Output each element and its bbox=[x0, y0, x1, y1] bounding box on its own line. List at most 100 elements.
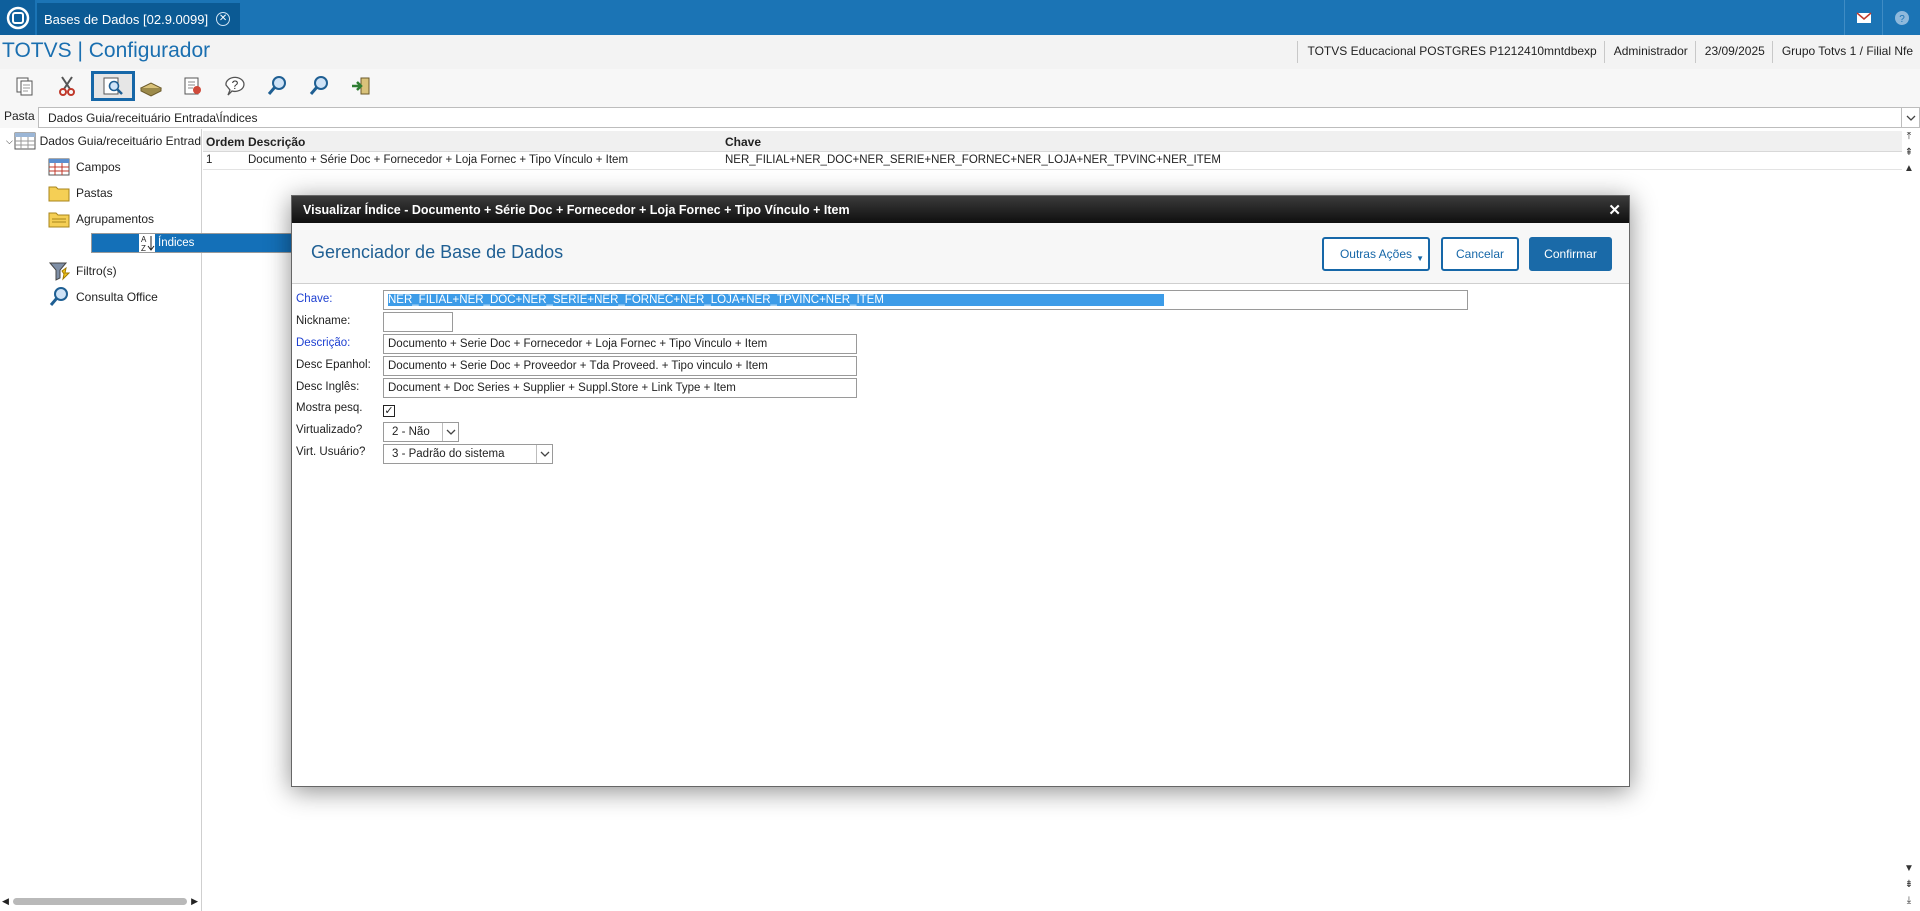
folder-path-value: Dados Guia/receituário Entrada\Índices bbox=[48, 111, 258, 125]
confirm-label: Confirmar bbox=[1544, 247, 1597, 261]
book-icon[interactable] bbox=[130, 69, 172, 103]
user-label: Administrador bbox=[1603, 41, 1695, 63]
descricao-label: Descrição: bbox=[296, 337, 351, 349]
cell-ordem: 1 bbox=[206, 154, 213, 166]
chave-label: Chave: bbox=[296, 293, 333, 305]
session-info: TOTVS Educacional POSTGRES P1212410mntdb… bbox=[1297, 41, 1920, 63]
chave-value: NER_FILIAL+NER_DOC+NER_SERIE+NER_FORNEC+… bbox=[388, 294, 1164, 306]
desc-espanhol-value: Documento + Serie Doc + Proveedor + Tda … bbox=[388, 360, 768, 372]
app-window: Bases de Dados [02.9.0099] ✕ ? TOTVS | C… bbox=[0, 0, 1920, 911]
toolbar: ? bbox=[0, 69, 1920, 105]
sort-index-icon: AZ bbox=[138, 234, 156, 253]
scroll-page-down-icon[interactable]: ⇟ bbox=[1902, 879, 1916, 893]
dialog-heading: Gerenciador de Base de Dados bbox=[311, 242, 564, 262]
tree-item-agrupamentos[interactable]: Agrupamentos bbox=[0, 207, 201, 231]
tab-title: Bases de Dados [02.9.0099] bbox=[44, 11, 209, 27]
help-icon[interactable]: ? bbox=[214, 69, 256, 103]
tree-item-label: Consulta Office bbox=[76, 290, 158, 304]
cancel-button[interactable]: Cancelar bbox=[1441, 237, 1519, 271]
mostra-pesq-checkbox[interactable]: ✓ bbox=[383, 405, 395, 417]
scroll-top-icon[interactable]: ⤒ bbox=[1902, 131, 1916, 145]
scroll-bottom-icon[interactable]: ⤓ bbox=[1902, 895, 1916, 909]
app-title: TOTVS | Configurador bbox=[2, 39, 211, 62]
dialog-header: Gerenciador de Base de Dados Outras Açõe… bbox=[292, 223, 1629, 284]
table-icon bbox=[46, 156, 72, 178]
svg-text:?: ? bbox=[232, 78, 239, 92]
cell-descricao: Documento + Série Doc + Fornecedor + Loj… bbox=[248, 154, 629, 166]
view-index-icon[interactable] bbox=[91, 71, 135, 101]
confirm-button[interactable]: Confirmar bbox=[1529, 237, 1612, 271]
desc-ingles-field[interactable]: Document + Doc Series + Supplier + Suppl… bbox=[383, 378, 857, 398]
totvs-logo-icon[interactable] bbox=[0, 0, 35, 35]
desc-ingles-value: Document + Doc Series + Supplier + Suppl… bbox=[388, 382, 736, 394]
nickname-field[interactable] bbox=[383, 312, 453, 332]
search-icon[interactable] bbox=[256, 69, 298, 103]
svg-text:?: ? bbox=[1899, 14, 1905, 25]
virtualizado-select[interactable]: 2 - Não bbox=[383, 422, 459, 442]
virt-usuario-select[interactable]: 3 - Padrão do sistema bbox=[383, 444, 553, 464]
search-next-icon[interactable] bbox=[298, 69, 340, 103]
column-header-ordem[interactable]: Ordem bbox=[203, 131, 245, 151]
tree-item-label: Índices bbox=[158, 237, 195, 249]
title-row: TOTVS | Configurador TOTVS Educacional P… bbox=[0, 35, 1920, 69]
folder-group-icon bbox=[46, 208, 72, 230]
chevron-down-icon[interactable] bbox=[442, 423, 458, 441]
scroll-right-icon[interactable]: ▶ bbox=[191, 896, 198, 907]
copy-icon[interactable] bbox=[4, 69, 46, 103]
column-header-descricao[interactable]: Descrição bbox=[245, 131, 722, 151]
close-tab-icon[interactable]: ✕ bbox=[216, 12, 231, 26]
exit-icon[interactable] bbox=[340, 69, 382, 103]
desc-espanhol-label: Desc Epanhol: bbox=[296, 359, 371, 371]
chevron-down-icon[interactable] bbox=[536, 445, 552, 463]
scroll-up-icon[interactable]: ▲ bbox=[1902, 163, 1916, 177]
tree-item-campos[interactable]: Campos bbox=[0, 155, 201, 179]
folder-row: Pasta Dados Guia/receituário Entrada\Índ… bbox=[0, 105, 1920, 128]
index-table: Ordem Descrição Chave 1 Documento + Séri… bbox=[203, 131, 1902, 170]
table-row[interactable]: 1 Documento + Série Doc + Fornecedor + L… bbox=[203, 152, 1902, 170]
svg-text:Z: Z bbox=[141, 244, 146, 253]
caret-down-icon: ▼ bbox=[1416, 254, 1424, 263]
table-icon bbox=[14, 130, 36, 152]
more-actions-label: Outras Ações bbox=[1339, 247, 1413, 261]
table-header: Ordem Descrição Chave bbox=[203, 131, 1902, 152]
folder-icon bbox=[46, 182, 72, 204]
chave-field[interactable]: NER_FILIAL+NER_DOC+NER_SERIE+NER_FORNEC+… bbox=[383, 290, 1468, 310]
date-label: 23/09/2025 bbox=[1694, 41, 1772, 63]
chevron-down-icon[interactable] bbox=[1901, 108, 1919, 127]
scroll-page-up-icon[interactable]: ⇞ bbox=[1902, 147, 1916, 161]
tree-panel: ⌵ Dados Guia/receituário Entrad Campos P… bbox=[0, 129, 292, 911]
tree-item-filtros[interactable]: Filtro(s) bbox=[0, 259, 201, 283]
svg-text:A: A bbox=[141, 235, 147, 244]
tab-bases-de-dados[interactable]: Bases de Dados [02.9.0099] ✕ bbox=[37, 3, 241, 35]
virt-usuario-label: Virt. Usuário? bbox=[296, 446, 366, 458]
tree-item-pastas[interactable]: Pastas bbox=[0, 181, 201, 205]
close-icon[interactable]: ✕ bbox=[1608, 201, 1621, 219]
magnifier-icon bbox=[46, 286, 72, 308]
more-actions-button[interactable]: Outras Ações ▼ bbox=[1322, 237, 1430, 271]
mail-icon[interactable] bbox=[1844, 0, 1882, 35]
cell-chave: NER_FILIAL+NER_DOC+NER_SERIE+NER_FORNEC+… bbox=[725, 154, 1221, 166]
descricao-field[interactable]: Documento + Serie Doc + Fornecedor + Loj… bbox=[383, 334, 857, 354]
tree-horizontal-scrollbar[interactable]: ◀ ▶ bbox=[2, 895, 198, 907]
column-header-chave[interactable]: Chave bbox=[722, 131, 1902, 151]
cut-icon[interactable] bbox=[46, 69, 88, 103]
desc-ingles-label: Desc Inglês: bbox=[296, 381, 360, 393]
edit-document-icon[interactable] bbox=[172, 69, 214, 103]
tree-item-label: Campos bbox=[76, 160, 121, 174]
desc-espanhol-field[interactable]: Documento + Serie Doc + Proveedor + Tda … bbox=[383, 356, 857, 376]
scroll-down-icon[interactable]: ▼ bbox=[1902, 863, 1916, 877]
tree-item-consulta-office[interactable]: Consulta Office bbox=[0, 285, 201, 309]
tree-item-indices[interactable]: AZ Índices bbox=[91, 233, 292, 253]
chevron-down-icon[interactable]: ⌵ bbox=[6, 136, 14, 147]
scroll-thumb[interactable] bbox=[12, 897, 188, 905]
tree-root[interactable]: ⌵ Dados Guia/receituário Entrad bbox=[0, 129, 201, 153]
scroll-left-icon[interactable]: ◀ bbox=[2, 896, 9, 907]
table-vertical-scrollbar[interactable]: ⤒ ⇞ ▲ ▼ ⇟ ⤓ bbox=[1902, 131, 1916, 911]
dialog-title: Visualizar Índice - Documento + Série Do… bbox=[303, 203, 850, 217]
tree-item-label: Filtro(s) bbox=[76, 264, 117, 278]
tree-root-label: Dados Guia/receituário Entrad bbox=[39, 134, 201, 148]
folder-path-select[interactable]: Dados Guia/receituário Entrada\Índices bbox=[38, 107, 1920, 128]
virtualizado-label: Virtualizado? bbox=[296, 424, 363, 436]
dialog-title-bar: Visualizar Índice - Documento + Série Do… bbox=[292, 196, 1629, 223]
help-circle-icon[interactable]: ? bbox=[1882, 0, 1920, 35]
